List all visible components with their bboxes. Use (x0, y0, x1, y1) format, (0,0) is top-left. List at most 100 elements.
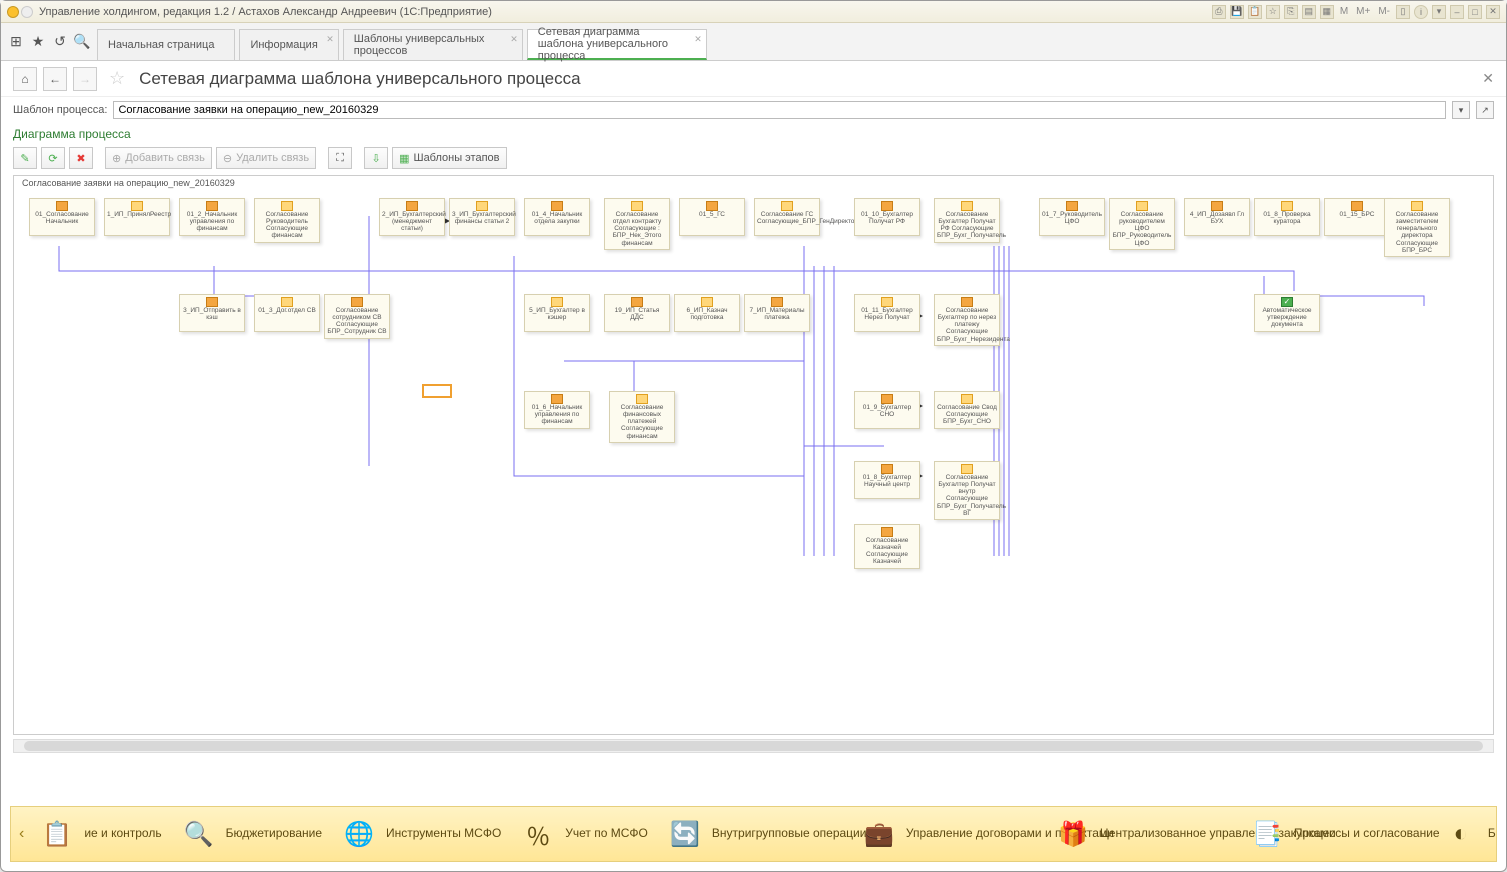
launcher-label: Процессы и согласование (1294, 827, 1424, 841)
diagram-canvas[interactable]: Согласование заявки на операцию_new_2016… (13, 175, 1494, 735)
launcher-label: Инструменты МСФО (386, 827, 501, 841)
diagram-node[interactable]: 7_ИП_Материалы платежа (744, 294, 810, 332)
tab-close-icon[interactable]: ✕ (510, 34, 518, 45)
dropdown-icon[interactable] (21, 6, 33, 18)
tab[interactable]: Информация✕ (239, 29, 338, 60)
launcher-item[interactable]: ◐Бизнес-анализ (1438, 815, 1497, 853)
calendar-icon[interactable]: ▦ (1320, 5, 1334, 19)
forward-button[interactable]: → (73, 67, 97, 91)
print-icon[interactable]: ⎙ (1212, 5, 1226, 19)
diagram-node[interactable]: 2_ИП_Бухгалтерский (менеджмент статьи) (379, 198, 445, 236)
back-button[interactable]: ← (43, 67, 67, 91)
launcher-item[interactable]: 🔍Бюджетирование (176, 815, 326, 853)
diagram-node[interactable]: 01_4_Начальник отдела закупки (524, 198, 590, 236)
link-icon[interactable]: ⎘ (1284, 5, 1298, 19)
tab-close-icon[interactable]: ✕ (694, 34, 702, 45)
launcher-icon: 💼 (860, 815, 898, 853)
delete-link-button[interactable]: ⊖Удалить связь (216, 147, 316, 169)
favorites-icon[interactable]: ★ (27, 23, 49, 60)
dropdown-button[interactable]: ▾ (1452, 101, 1470, 119)
template-input[interactable] (113, 101, 1446, 119)
diagram-node[interactable]: 01_8_Бухгалтер Научный центр (854, 461, 920, 499)
diagram-node[interactable]: Автоматическое утверждение документа (1254, 294, 1320, 332)
zoom-fit-button[interactable]: ⛶ (328, 147, 352, 169)
maximize-icon[interactable]: □ (1468, 5, 1482, 19)
info-icon[interactable]: i (1414, 5, 1428, 19)
star-icon[interactable]: ☆ (1266, 5, 1280, 19)
refresh-button[interactable]: ⟳ (41, 147, 65, 169)
m-label[interactable]: M (1338, 6, 1350, 17)
tab-label: Начальная страница (108, 39, 214, 51)
diagram-node[interactable]: 01_15_БРС (1324, 198, 1390, 236)
diagram-node[interactable]: 01_7_Руководитель ЦФО (1039, 198, 1105, 236)
diagram-node[interactable]: Согласование Бухгалтер Получат РФ Соглас… (934, 198, 1000, 243)
tab[interactable]: Сетевая диаграмма шаблона универсального… (527, 29, 707, 60)
calc-icon[interactable]: ▤ (1302, 5, 1316, 19)
open-button[interactable]: ↗ (1476, 101, 1494, 119)
save-icon[interactable]: 💾 (1230, 5, 1244, 19)
page-close-button[interactable]: ✕ (1482, 70, 1494, 87)
stage-templates-button[interactable]: ▦Шаблоны этапов (392, 147, 506, 169)
launcher-item[interactable]: 📑Процессы и согласование (1244, 815, 1428, 853)
launcher-item[interactable]: ％Учет по МСФО (515, 815, 652, 853)
diagram-node[interactable]: 01_6_Начальник управления по финансам (524, 391, 590, 429)
search-icon[interactable]: 🔍 (71, 23, 93, 60)
launcher-label: Управление договорами и проектами (906, 827, 1036, 841)
diagram-node[interactable]: Согласование Казначей Согласующие Казнач… (854, 524, 920, 569)
diagram-node[interactable]: 01_11_Бухгалтер Нерез Получат (854, 294, 920, 332)
launcher-item[interactable]: 🌐Инструменты МСФО (336, 815, 505, 853)
fav-star-icon[interactable]: ☆ (109, 68, 125, 89)
diagram-node[interactable]: Согласование заместителем генерального д… (1384, 198, 1450, 257)
diagram-node[interactable]: Согласование Руководитель Согласующие фи… (254, 198, 320, 243)
diagram-node[interactable]: Согласование ГС Согласующие_БПР_ГенДирек… (754, 198, 820, 236)
diagram-node[interactable]: Согласование Бухгалтер по нерез платежу … (934, 294, 1000, 346)
diagram-node[interactable]: Согласование сотрудником СВ Согласующие … (324, 294, 390, 339)
diagram-node[interactable]: Согласование отдел контракту Согласующие… (604, 198, 670, 250)
history-icon[interactable]: ↺ (49, 23, 71, 60)
home-button[interactable]: ⌂ (13, 67, 37, 91)
mplus-label[interactable]: M+ (1354, 6, 1372, 17)
template-label: Шаблон процесса: (13, 104, 107, 116)
layout-icon[interactable]: ▯ (1396, 5, 1410, 19)
diagram-node[interactable]: 01_9_Бухгалтер СНО (854, 391, 920, 429)
diagram-node[interactable]: 01_2_Начальник управления по финансам (179, 198, 245, 236)
launcher-label: Учет по МСФО (565, 827, 648, 841)
minimize-icon[interactable]: – (1450, 5, 1464, 19)
copy-icon[interactable]: 📋 (1248, 5, 1262, 19)
apps-icon[interactable]: ⊞ (5, 23, 27, 60)
tab-close-icon[interactable]: ✕ (326, 34, 334, 45)
launcher-item[interactable]: 💼 Управление договорами и проектами (856, 815, 1040, 853)
launcher-item[interactable]: 🔄Внутригрупповые операции (662, 815, 846, 853)
logo-icon (7, 6, 19, 18)
diagram-node[interactable]: 3_ИП_Бухгалтерский финансы статьи 2 (449, 198, 515, 236)
tab[interactable]: Шаблоны универсальных процессов✕ (343, 29, 523, 60)
horizontal-scrollbar[interactable] (13, 739, 1494, 753)
diagram-node[interactable]: 4_ИП_Дозаявл Гл БУХ (1184, 198, 1250, 236)
diagram-node[interactable]: 01_Согласование Начальник (29, 198, 95, 236)
close-icon[interactable]: ✕ (1486, 5, 1500, 19)
diagram-node[interactable]: 3_ИП_Отправить в кэш (179, 294, 245, 332)
diagram-node[interactable]: Согласование Бухгалтер Получат внутр Сог… (934, 461, 1000, 520)
diagram-node[interactable]: 1_ИП_ПринялРеестр (104, 198, 170, 236)
launcher-item[interactable]: 📋ие и контроль (34, 815, 165, 853)
delete-button[interactable]: ✖ (69, 147, 93, 169)
dropdown2-icon[interactable]: ▾ (1432, 5, 1446, 19)
edit-button[interactable]: ✎ (13, 147, 37, 169)
diagram-node[interactable]: Согласование финансовых платежей Согласу… (609, 391, 675, 443)
diagram-node[interactable]: Согласование Свод Согласующие БПР_Бухг_С… (934, 391, 1000, 429)
diagram-node[interactable]: 01_10_Бухгалтер Получат РФ (854, 198, 920, 236)
diagram-node[interactable]: Согласование руководителем ЦФО БПР_Руков… (1109, 198, 1175, 250)
diagram-node[interactable]: 6_ИП_Казнач подготовка (674, 294, 740, 332)
diagram-node[interactable]: 19_ИП_Статья ДДС (604, 294, 670, 332)
launcher-item[interactable]: 🎁Централизованное управление закупками (1050, 815, 1234, 853)
mminus-label[interactable]: M- (1376, 6, 1392, 17)
add-link-button[interactable]: ⊕Добавить связь (105, 147, 212, 169)
diagram-node[interactable]: 5_ИП_Бухгалтер в кэшер (524, 294, 590, 332)
diagram-node[interactable]: 01_8_Проверка куратора (1254, 198, 1320, 236)
diagram-node[interactable]: 01_3_Дог.отдел СВ (254, 294, 320, 332)
window-controls (7, 6, 33, 18)
diagram-node[interactable]: 01_5_ГС (679, 198, 745, 236)
export-button[interactable]: ⇩ (364, 147, 388, 169)
tab[interactable]: Начальная страница (97, 29, 235, 60)
launcher-left-arrow[interactable]: ‹ (17, 825, 26, 843)
